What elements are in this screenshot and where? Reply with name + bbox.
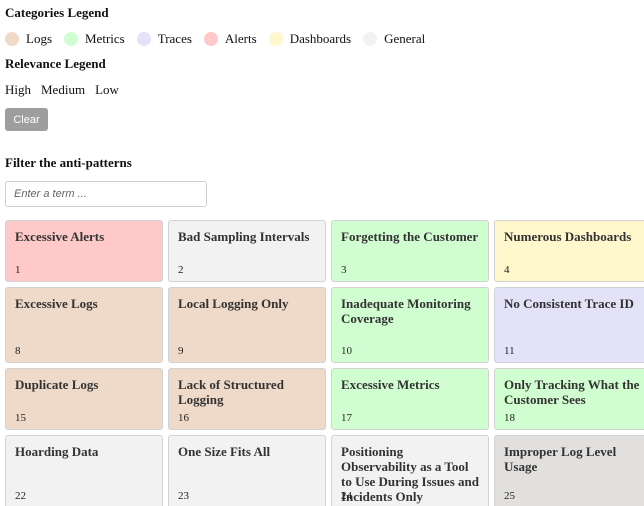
card-title: Numerous Dashboards [504, 229, 632, 244]
legend-item-general: General [363, 31, 425, 47]
relevance-high: High [5, 82, 31, 97]
logs-color-dot [5, 32, 19, 46]
card-title: Local Logging Only [178, 296, 289, 311]
filter-title: Filter the anti-patterns [5, 155, 132, 170]
anti-pattern-card[interactable]: Duplicate Logs 15 [5, 368, 163, 430]
card-number: 16 [178, 412, 189, 424]
card-title: Lack of Structured Logging [178, 377, 284, 407]
general-color-dot [363, 32, 378, 46]
card-number: 22 [15, 490, 26, 502]
anti-pattern-card[interactable]: Numerous Dashboards 4 [494, 220, 644, 282]
card-title: One Size Fits All [178, 444, 271, 459]
card-title: Inadequate Monitoring Coverage [341, 296, 471, 326]
legend-item-alerts: Alerts [203, 31, 257, 47]
page: Categories Legend Logs Metrics Traces Al… [0, 0, 644, 506]
card-number: 3 [341, 264, 347, 276]
card-title: Only Tracking What the Customer Sees [504, 377, 640, 407]
card-title: Hoarding Data [15, 444, 99, 459]
anti-pattern-card[interactable]: Excessive Logs 8 [5, 287, 163, 363]
card-number: 9 [178, 345, 184, 357]
anti-pattern-card[interactable]: Bad Sampling Intervals 2 [168, 220, 326, 282]
search-input[interactable] [5, 181, 207, 207]
card-title: Improper Log Level Usage [504, 444, 617, 474]
card-number: 23 [178, 490, 189, 502]
relevance-legend-title: Relevance Legend [5, 56, 106, 71]
legend-label: Alerts [224, 31, 257, 46]
anti-pattern-grid: Excessive Alerts 1 Bad Sampling Interval… [5, 220, 644, 506]
anti-pattern-card[interactable]: Forgetting the Customer 3 [331, 220, 489, 282]
alerts-color-dot [203, 32, 218, 46]
card-title: Positioning Observability as a Tool to U… [341, 444, 479, 504]
categories-legend-title: Categories Legend [5, 5, 109, 20]
anti-pattern-card[interactable]: Positioning Observability as a Tool to U… [331, 435, 489, 506]
card-number: 4 [504, 264, 510, 276]
card-title: Forgetting the Customer [341, 229, 479, 244]
card-number: 18 [504, 412, 515, 424]
card-title: Bad Sampling Intervals [178, 229, 310, 244]
legend-label: Dashboards [289, 31, 352, 46]
clear-button[interactable]: Clear [5, 108, 48, 131]
legend-label: Metrics [85, 31, 125, 46]
card-number: 24 [341, 490, 352, 502]
relevance-legend: High Medium Low [5, 82, 129, 98]
relevance-low: Low [95, 82, 119, 97]
card-title: Duplicate Logs [15, 377, 99, 392]
legend-item-dashboards: Dashboards [268, 31, 352, 47]
anti-pattern-card[interactable]: Local Logging Only 9 [168, 287, 326, 363]
legend-label: Traces [157, 31, 192, 46]
anti-pattern-card[interactable]: Excessive Metrics 17 [331, 368, 489, 430]
card-number: 1 [15, 264, 21, 276]
traces-color-dot [136, 32, 151, 46]
categories-legend: Logs Metrics Traces Alerts Dashboards Ge… [5, 31, 437, 47]
card-number: 8 [15, 345, 21, 357]
card-number: 11 [504, 345, 515, 357]
legend-item-traces: Traces [136, 31, 192, 47]
card-title: Excessive Metrics [341, 377, 440, 392]
card-number: 15 [15, 412, 26, 424]
anti-pattern-card[interactable]: No Consistent Trace ID 11 [494, 287, 644, 363]
legend-label: General [384, 31, 426, 46]
anti-pattern-card[interactable]: Inadequate Monitoring Coverage 10 [331, 287, 489, 363]
dashboards-color-dot [268, 32, 283, 46]
anti-pattern-card[interactable]: Hoarding Data 22 [5, 435, 163, 506]
anti-pattern-card[interactable]: One Size Fits All 23 [168, 435, 326, 506]
anti-pattern-card[interactable]: Improper Log Level Usage 25 [494, 435, 644, 506]
legend-label: Logs [26, 31, 52, 46]
legend-item-logs: Logs [5, 31, 52, 47]
metrics-color-dot [64, 32, 78, 46]
relevance-medium: Medium [41, 82, 86, 97]
card-number: 25 [504, 490, 515, 502]
card-title: Excessive Alerts [15, 229, 105, 244]
card-number: 2 [178, 264, 184, 276]
anti-pattern-card[interactable]: Only Tracking What the Customer Sees 18 [494, 368, 644, 430]
card-number: 10 [341, 345, 352, 357]
card-title: Excessive Logs [15, 296, 98, 311]
anti-pattern-card[interactable]: Lack of Structured Logging 16 [168, 368, 326, 430]
card-title: No Consistent Trace ID [504, 296, 634, 311]
card-number: 17 [341, 412, 352, 424]
legend-item-metrics: Metrics [64, 31, 125, 47]
anti-pattern-card[interactable]: Excessive Alerts 1 [5, 220, 163, 282]
